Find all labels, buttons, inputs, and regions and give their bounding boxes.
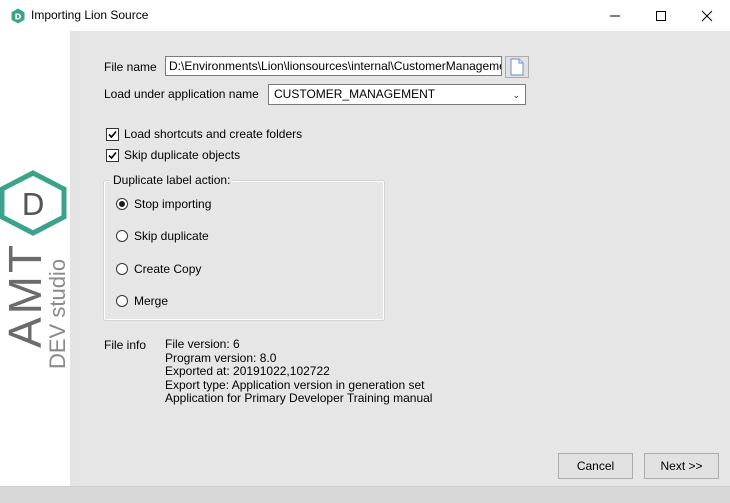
program-version: Program version: 8.0	[165, 350, 277, 365]
radio-stop-importing[interactable]	[116, 198, 128, 210]
close-button[interactable]	[684, 0, 730, 31]
file-name-label: File name	[104, 60, 157, 74]
radio-selected-dot	[119, 201, 125, 207]
radio-create-copy[interactable]	[116, 263, 128, 275]
svg-text:D: D	[15, 13, 22, 22]
maximize-icon	[656, 10, 666, 21]
status-strip	[0, 486, 730, 503]
side-divider	[70, 31, 80, 486]
file-info-label: File info	[104, 338, 147, 352]
file-name-input[interactable]: D:\Environments\Lion\lionsources\interna…	[165, 56, 502, 76]
brand-hexagon-logo: D	[0, 170, 67, 236]
load-shortcuts-label: Load shortcuts and create folders	[124, 127, 303, 141]
app-name-label: Load under application name	[104, 87, 259, 101]
brand-subtitle: DEV studio	[45, 258, 70, 369]
close-icon	[701, 10, 713, 21]
exported-at: Exported at: 20191022,102722	[165, 364, 330, 378]
minimize-button[interactable]	[592, 0, 638, 31]
radio-merge[interactable]	[116, 295, 128, 307]
brand-name: AMT	[0, 241, 51, 348]
export-type: Export type: Application version in gene…	[165, 377, 425, 392]
radio-label-stop-importing: Stop importing	[134, 197, 212, 211]
chevron-down-icon: ⌄	[512, 90, 520, 100]
duplicate-action-legend: Duplicate label action:	[110, 173, 234, 187]
application-description: Application for Primary Developer Traini…	[165, 391, 433, 405]
app-logo-icon: D	[11, 8, 25, 24]
radio-label-skip-duplicate: Skip duplicate	[134, 229, 209, 243]
next-button[interactable]: Next >>	[644, 453, 719, 479]
radio-label-create-copy: Create Copy	[134, 262, 202, 276]
document-icon	[510, 58, 524, 76]
minimize-icon	[610, 15, 620, 16]
app-name-value: CUSTOMER_MANAGEMENT	[274, 87, 436, 101]
skip-duplicates-label: Skip duplicate objects	[124, 148, 241, 162]
title-bar: D Importing Lion Source	[0, 0, 730, 31]
load-shortcuts-checkbox[interactable]	[106, 128, 119, 141]
brand-letter: D	[21, 188, 44, 223]
window-title: Importing Lion Source	[31, 8, 149, 22]
maximize-button[interactable]	[638, 0, 684, 31]
browse-file-button[interactable]	[505, 56, 529, 78]
checkmark-icon	[108, 130, 117, 139]
checkmark-icon	[108, 151, 117, 160]
app-name-select[interactable]: CUSTOMER_MANAGEMENT ⌄	[268, 84, 526, 105]
radio-skip-duplicate[interactable]	[116, 230, 128, 242]
file-info-details: File version: 6 Program version: 8.0 Exp…	[165, 337, 433, 406]
file-version: File version: 6	[165, 337, 240, 351]
cancel-button[interactable]: Cancel	[558, 453, 633, 479]
skip-duplicates-checkbox[interactable]	[106, 149, 119, 162]
radio-label-merge: Merge	[134, 294, 169, 308]
